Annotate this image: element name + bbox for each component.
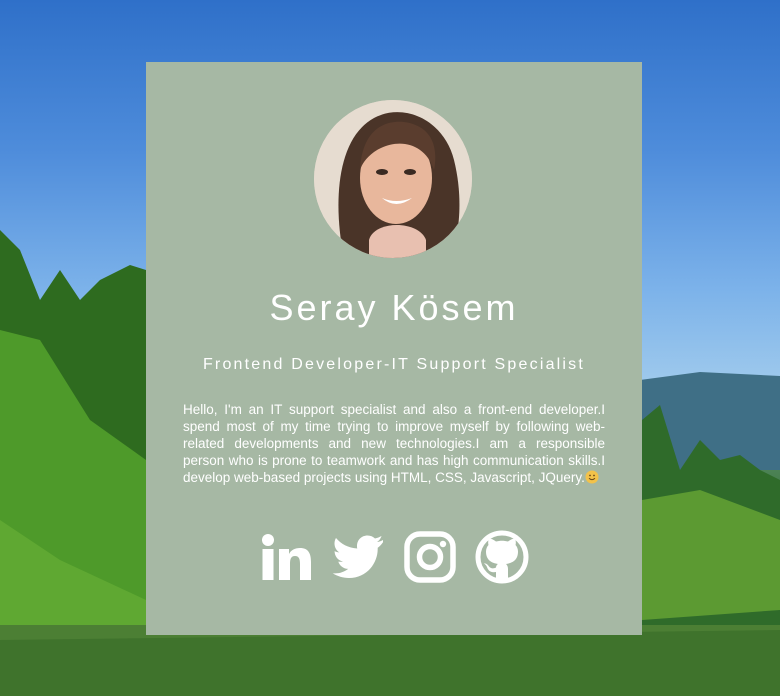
github-link[interactable] <box>475 530 529 584</box>
twitter-icon <box>332 535 383 578</box>
profile-avatar <box>314 100 472 258</box>
profile-bio-text: Hello, I'm an IT support specialist and … <box>183 402 605 485</box>
github-icon <box>475 530 529 584</box>
twitter-link[interactable] <box>331 530 385 584</box>
profile-card: Seray Kösem Frontend Developer-IT Suppor… <box>146 62 642 635</box>
social-links <box>146 529 642 585</box>
profile-role: Frontend Developer-IT Support Specialist <box>202 356 586 373</box>
instagram-link[interactable] <box>403 530 457 584</box>
linkedin-icon <box>262 534 311 580</box>
profile-name: Seray Kösem <box>269 287 519 328</box>
linkedin-link[interactable] <box>259 530 313 584</box>
instagram-icon <box>404 531 456 583</box>
avatar-photo <box>314 100 472 258</box>
profile-bio: Hello, I'm an IT support specialist and … <box>183 401 605 486</box>
smile-emoji-icon <box>585 470 599 484</box>
